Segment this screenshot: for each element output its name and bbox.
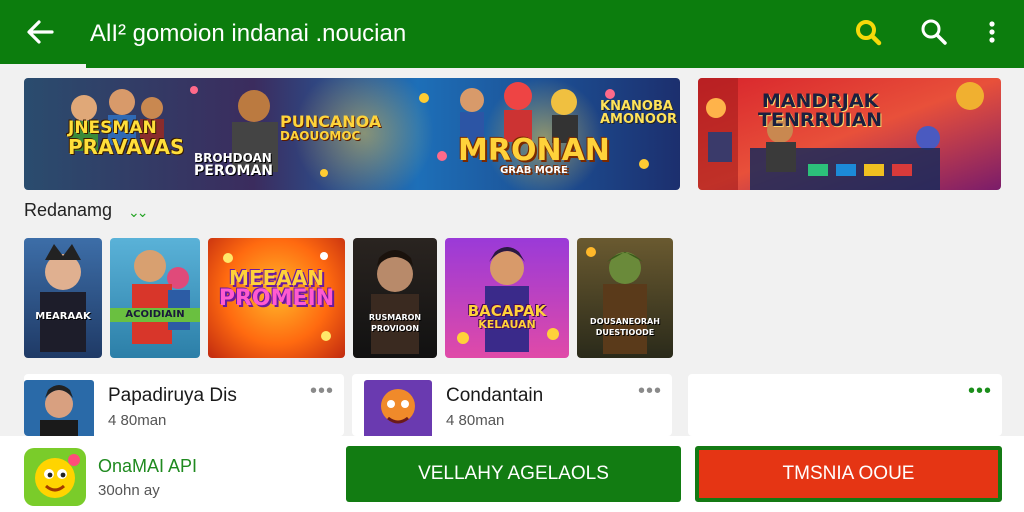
promo-banner[interactable]: MANDRJAK TENRRUIAN: [698, 78, 1001, 190]
list-item[interactable]: •••: [688, 374, 1002, 436]
card-thumbnail: [364, 380, 432, 436]
app-bar: AlI² gomoion indanai .noucian: [0, 0, 1024, 68]
primary-action-button[interactable]: VELLAHY AGELAOLS: [346, 446, 681, 502]
tile-artwork: [457, 247, 559, 352]
banner-title-left: JNESMAN PRAVAVAS: [68, 118, 185, 159]
tile-artwork: [586, 247, 647, 354]
tile-artwork: [132, 250, 190, 344]
game-tile-5[interactable]: BACAPAK KELAUAN: [445, 238, 569, 358]
tile-artwork: [40, 244, 86, 352]
game-tile-3[interactable]: MEEAAN PROMEIN: [208, 238, 345, 358]
tile-title: MEEAAN PROMEIN: [218, 266, 335, 311]
list-item[interactable]: Condantain 4 80man •••: [352, 374, 672, 436]
search-icon-yellow[interactable]: [852, 16, 884, 48]
tile-title: ACOIDIAIN: [110, 308, 200, 322]
card-subtitle: 4 80man: [108, 412, 167, 429]
page-title: AlI² gomoion indanai .noucian: [90, 20, 407, 47]
banner-title-main: MRONAN GRAB MORE: [458, 133, 610, 176]
card-subtitle: 4 80man: [446, 412, 505, 429]
promo-banner-title: MANDRJAK TENRRUIAN: [758, 90, 883, 131]
tile-artwork: [371, 250, 419, 354]
app-size: 30ohn ay: [98, 482, 160, 499]
game-tile-4[interactable]: RUSMARON PROVIOON: [353, 238, 437, 358]
game-tile-6[interactable]: DOUSANEORAH DUESTIOODE: [577, 238, 673, 358]
secondary-action-button[interactable]: TMSNIA OOUE: [695, 446, 1002, 502]
back-arrow-icon[interactable]: [22, 14, 58, 50]
search-icon[interactable]: [918, 16, 950, 48]
featured-banner[interactable]: JNESMAN PRAVAVAS PUNCANOA DAOUOMOC BROHDOA…: [24, 78, 680, 190]
more-horizontal-icon[interactable]: •••: [310, 380, 334, 403]
tile-title: MEARAAK: [35, 311, 91, 322]
more-vertical-icon[interactable]: [976, 16, 1008, 48]
banner-title-mid: PUNCANOA DAOUOMOC: [280, 112, 382, 143]
section-title: Redanamg: [24, 200, 113, 220]
more-horizontal-icon[interactable]: •••: [638, 380, 662, 403]
app-icon[interactable]: [24, 448, 86, 506]
tab-indicator: [0, 64, 86, 68]
game-tile-1[interactable]: MEARAAK: [24, 238, 102, 358]
list-item[interactable]: Papadiruya Dis 4 80man •••: [24, 374, 344, 436]
card-title: Papadiruya Dis: [108, 385, 237, 406]
app-name: OnaMAI API: [98, 456, 198, 476]
banner-subtitle: BROHDOAN PEROMAN: [194, 151, 273, 179]
tile-title: RUSMARON PROVIOON: [368, 313, 422, 333]
section-chevron-icon[interactable]: ⌄⌄: [128, 204, 149, 221]
more-horizontal-icon[interactable]: •••: [968, 380, 992, 403]
banner-title-right: KNANOBA AMONOOR: [600, 99, 678, 127]
card-title: Condantain: [446, 385, 544, 406]
game-tile-2[interactable]: ACOIDIAIN: [110, 238, 200, 358]
tile-title: DOUSANEORAH DUESTIOODE: [590, 317, 660, 337]
card-thumbnail: [24, 380, 94, 436]
tile-title: BACAPAK KELAUAN: [467, 302, 547, 331]
